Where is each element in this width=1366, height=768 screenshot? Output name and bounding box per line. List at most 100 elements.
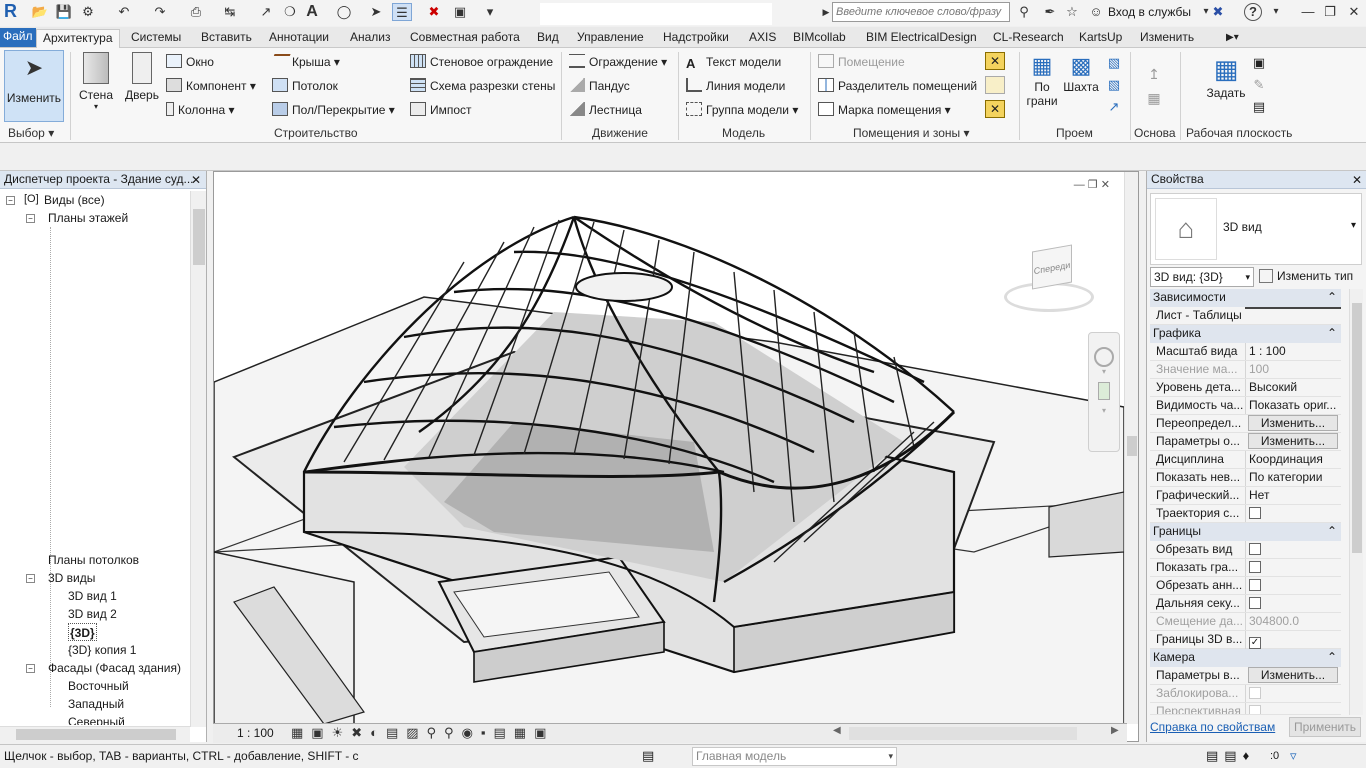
door-button[interactable]: Дверь: [122, 52, 162, 102]
save-icon[interactable]: 💾: [54, 3, 74, 21]
prop-value[interactable]: Показать ориг...: [1245, 397, 1341, 414]
favorites-icon[interactable]: ☆: [1062, 3, 1082, 21]
tree-item-ceiling-plans[interactable]: Планы потолков: [48, 551, 139, 569]
scroll-thumb[interactable]: [1352, 303, 1362, 553]
tab-view[interactable]: Вид: [537, 29, 559, 48]
model-line-button[interactable]: Линия модели: [686, 76, 785, 96]
properties-help-link[interactable]: Справка по свойствам: [1150, 720, 1275, 734]
area-tag-icon[interactable]: ✕: [985, 100, 1005, 118]
revit-logo[interactable]: R: [4, 1, 22, 23]
restore-icon[interactable]: ❐: [1320, 3, 1340, 21]
viewport-hscrollbar[interactable]: [849, 727, 1077, 740]
checkbox-unchecked[interactable]: [1249, 561, 1261, 573]
tab-manage[interactable]: Управление: [577, 29, 644, 48]
measure-icon[interactable]: ↹: [220, 3, 240, 21]
tree-item-views-all[interactable]: Виды (все): [44, 191, 105, 209]
panel-room-area-label[interactable]: Помещения и зоны ▾: [853, 126, 970, 140]
tab-systems[interactable]: Системы: [131, 29, 181, 48]
window-button[interactable]: Окно: [166, 52, 214, 72]
modify-button[interactable]: ➤ Изменить: [4, 50, 64, 122]
workplane-tools-icons[interactable]: ▣ ✎ ▤: [1250, 52, 1268, 118]
tag-icon[interactable]: ❍: [280, 3, 300, 21]
view-scale-button[interactable]: 1 : 100: [237, 726, 274, 740]
roof-button[interactable]: Крыша ▾: [269, 52, 340, 72]
mullion-button[interactable]: Импост: [410, 100, 472, 120]
collapse-toggle[interactable]: −: [6, 196, 15, 205]
wall-button[interactable]: Стена ▾: [76, 52, 116, 111]
checkbox-unchecked[interactable]: [1249, 597, 1261, 609]
room-button[interactable]: Помещение: [818, 52, 905, 72]
collapse-toggle[interactable]: −: [26, 574, 35, 583]
view-control-icons[interactable]: ▦▣☀✖◐▤▨⚲⚲◉▪▤▦▣: [291, 725, 554, 741]
tree-item-3d-view-2[interactable]: 3D вид 2: [68, 605, 117, 623]
redo-icon[interactable]: ↷: [150, 3, 170, 21]
tab-addins[interactable]: Надстройки: [663, 29, 729, 48]
scroll-thumb[interactable]: [16, 729, 176, 740]
subscription-icon[interactable]: ✒: [1040, 3, 1060, 21]
instance-filter-select[interactable]: 3D вид: {3D} ▾: [1150, 267, 1254, 287]
viewport-vscrollbar[interactable]: [1124, 172, 1138, 724]
undo-icon[interactable]: ↶: [114, 3, 134, 21]
section-icon[interactable]: ➤: [366, 3, 386, 21]
shaft-button[interactable]: ▩ Шахта: [1062, 52, 1100, 94]
by-face-button[interactable]: ▦ По грани: [1024, 52, 1060, 108]
type-selector[interactable]: ⌂ 3D вид ▾: [1150, 193, 1362, 265]
prop-value-input[interactable]: [1245, 307, 1341, 309]
help-icon[interactable]: ?: [1244, 3, 1262, 21]
tab-axis[interactable]: AXIS: [749, 29, 776, 48]
collapse-toggle[interactable]: −: [26, 214, 35, 223]
edit-render-button[interactable]: Изменить...: [1248, 667, 1338, 683]
properties-close-icon[interactable]: ✕: [1352, 173, 1362, 187]
group-extents[interactable]: Границы ⌃: [1150, 523, 1341, 541]
tree-item-elevations[interactable]: Фасады (Фасад здания): [48, 659, 181, 677]
close-icon[interactable]: ✕: [1344, 3, 1364, 21]
area-icon[interactable]: ✕: [985, 52, 1005, 70]
floor-button[interactable]: Пол/Перекрытие ▾: [272, 100, 395, 120]
tab-annotate[interactable]: Аннотации: [269, 29, 329, 48]
thin-lines-icon[interactable]: ☰: [392, 3, 412, 21]
room-tag-button[interactable]: Марка помещения ▾: [818, 100, 951, 120]
prop-value[interactable]: Координация: [1245, 451, 1341, 468]
prop-value[interactable]: По категории: [1245, 469, 1341, 486]
set-workplane-button[interactable]: ▦ Задать: [1204, 52, 1248, 100]
dimension-icon[interactable]: ↗: [256, 3, 276, 21]
zoom-icon[interactable]: [1098, 382, 1110, 400]
group-constraints[interactable]: Зависимости ⌃: [1150, 289, 1341, 307]
user-icon[interactable]: ☺: [1086, 3, 1106, 21]
exchange-icon[interactable]: ✖: [1208, 3, 1228, 21]
sync-icon[interactable]: ⚙: [78, 3, 98, 21]
level-grid-icons[interactable]: ↥ ▦: [1140, 62, 1168, 110]
scroll-thumb[interactable]: [193, 209, 205, 265]
ramp-button[interactable]: Пандус: [569, 76, 630, 96]
checkbox-unchecked[interactable]: [1249, 543, 1261, 555]
prop-value[interactable]: Нет: [1245, 487, 1341, 504]
tab-kartsup[interactable]: KartsUp: [1079, 29, 1122, 48]
view-bar-scroll-arrow[interactable]: ◀: [833, 725, 841, 736]
workset-select[interactable]: Главная модель ▾: [692, 747, 897, 766]
edit-type-button[interactable]: Изменить тип: [1259, 267, 1363, 287]
viewcube-face-front[interactable]: Спереди: [1032, 244, 1072, 290]
tab-bimcollab[interactable]: BIMcollab: [793, 29, 846, 48]
checkbox-unchecked[interactable]: [1249, 579, 1261, 591]
worksets-icon[interactable]: ▤: [642, 748, 654, 764]
type-dropdown-icon[interactable]: ▾: [1351, 220, 1356, 231]
tree-item-3d-default[interactable]: {3D}: [68, 623, 97, 641]
tree-item-3d-copy-1[interactable]: {3D} копия 1: [68, 641, 136, 659]
component-button[interactable]: Компонент ▾: [166, 76, 256, 96]
tab-file[interactable]: Файл: [0, 28, 36, 47]
group-camera[interactable]: Камера ⌃: [1150, 649, 1341, 667]
group-graphics[interactable]: Графика ⌃: [1150, 325, 1341, 343]
tab-architecture[interactable]: Архитектура: [36, 29, 120, 48]
minimize-icon[interactable]: —: [1298, 3, 1318, 21]
curtain-grid-button[interactable]: Схема разрезки стены: [410, 76, 555, 96]
switch-windows-icon[interactable]: ▣: [450, 3, 470, 21]
search-input[interactable]: Введите ключевое слово/фразу: [832, 2, 1010, 22]
print-icon[interactable]: ⎙: [186, 3, 206, 21]
tree-item-3d-view-1[interactable]: 3D вид 1: [68, 587, 117, 605]
column-button[interactable]: Колонна ▾: [166, 100, 235, 120]
tab-bim-electrical[interactable]: BIM ElectricalDesign: [866, 29, 977, 48]
stair-button[interactable]: Лестница: [569, 100, 642, 120]
viewcube[interactable]: Спереди: [1004, 242, 1094, 318]
edit-vg-button[interactable]: Изменить...: [1248, 415, 1338, 431]
prop-value[interactable]: 1 : 100: [1245, 343, 1341, 360]
